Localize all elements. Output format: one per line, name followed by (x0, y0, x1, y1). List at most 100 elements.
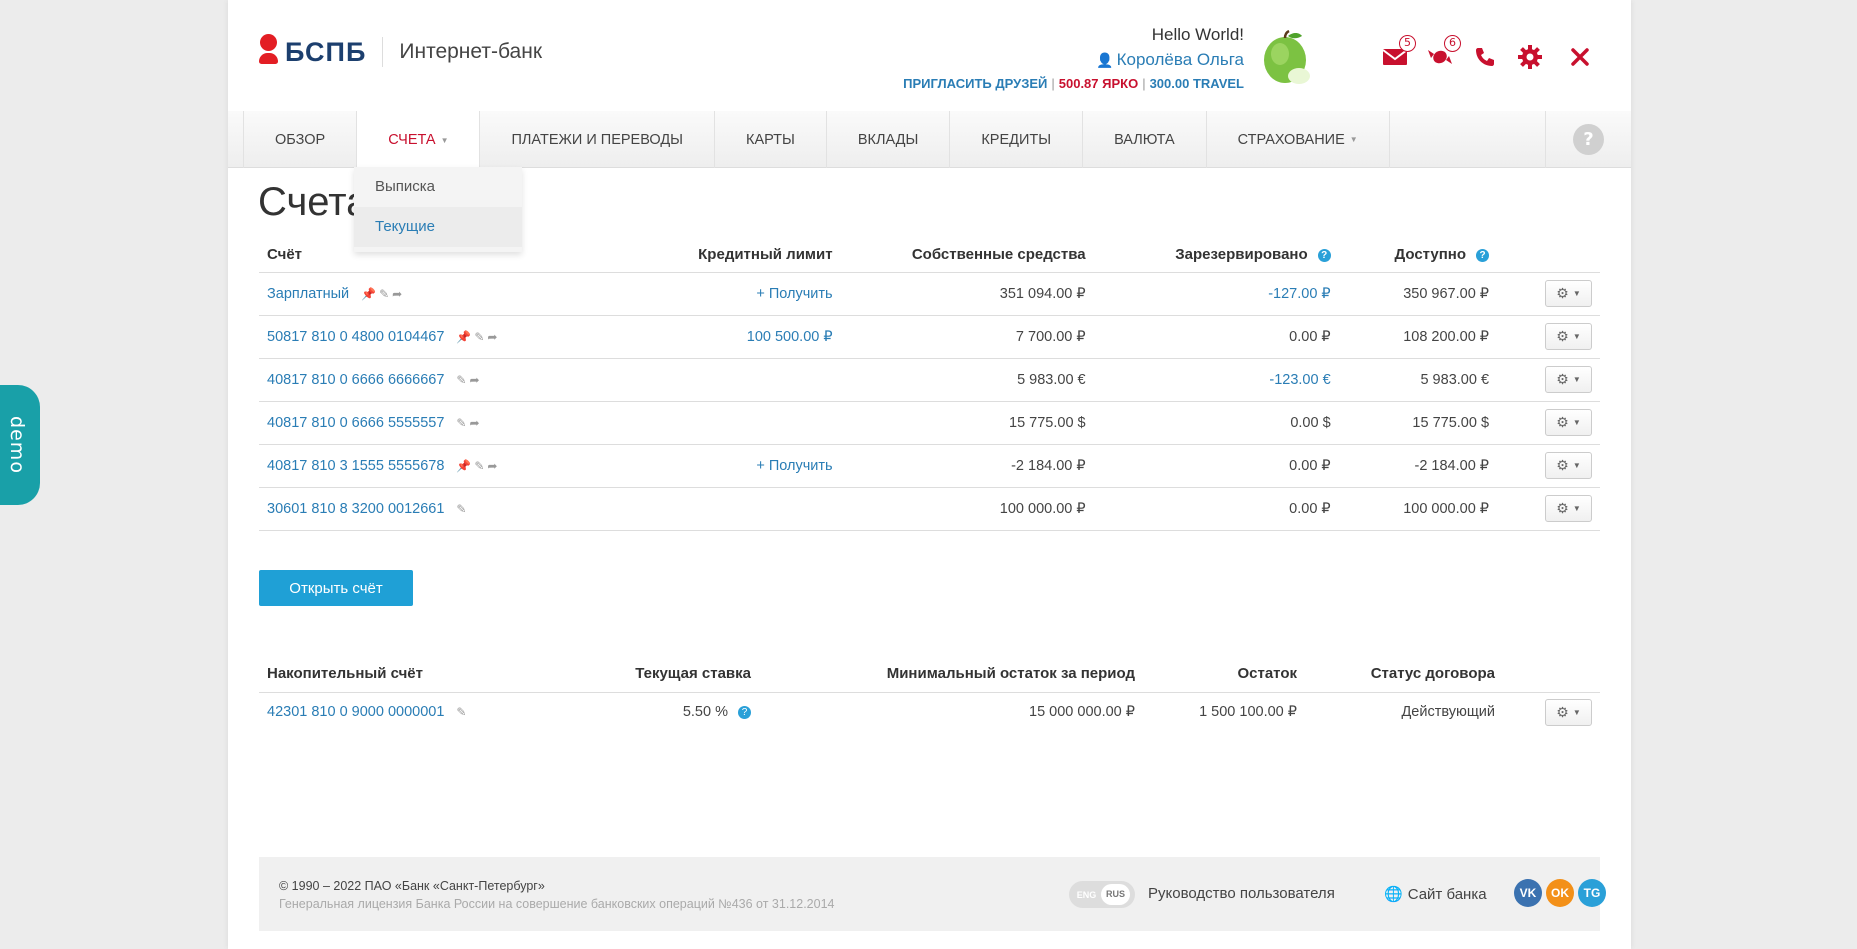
phone-icon (1476, 48, 1494, 66)
col-available: Доступно? (1338, 238, 1498, 273)
row-actions-button[interactable]: ⚙ ▼ (1545, 280, 1592, 307)
account-link[interactable]: 40817 810 0 6666 5555557 (267, 415, 444, 431)
available-cell: -2 184.00 ₽ (1338, 444, 1498, 488)
demo-tab[interactable]: demo (0, 385, 40, 505)
account-link[interactable]: 40817 810 0 6666 6666667 (267, 372, 444, 388)
dropdown-item-statement[interactable]: Выписка (354, 167, 522, 207)
username-link[interactable]: 👤 Королёва Ольга (903, 50, 1244, 70)
share-icon[interactable]: ➦ (487, 459, 500, 473)
account-link[interactable]: 40817 810 3 1555 5555678 (267, 458, 444, 474)
footer: © 1990 – 2022 ПАО «Банк «Санкт-Петербург… (259, 857, 1606, 931)
user-icon: 👤 (1096, 52, 1114, 68)
user-guide-link[interactable]: Руководство пользователя (1148, 885, 1335, 902)
edit-icon[interactable]: ✎ (474, 459, 487, 473)
share-icon[interactable]: ➦ (469, 373, 482, 387)
logo-text: БСПБ (285, 36, 367, 67)
row-actions-button[interactable]: ⚙ ▼ (1545, 366, 1592, 393)
lang-rus[interactable]: RUS (1101, 884, 1130, 905)
settings-button[interactable] (1515, 42, 1545, 72)
account-link[interactable]: 50817 810 0 4800 0104467 (267, 329, 444, 345)
share-icon[interactable]: ➦ (392, 287, 405, 301)
pin-icon[interactable]: 📌 (456, 330, 474, 344)
question-icon[interactable]: ? (1476, 249, 1490, 263)
apple-avatar-icon[interactable] (1261, 30, 1311, 86)
messages-button[interactable]: 5 (1380, 35, 1416, 72)
row-actions-button[interactable]: ⚙ ▼ (1545, 409, 1592, 436)
globe-icon: 🌐 (1384, 886, 1403, 903)
reserved-cell[interactable]: -123.00 € (1093, 358, 1339, 402)
lang-eng[interactable]: ENG (1072, 890, 1101, 900)
share-icon[interactable]: ➦ (469, 416, 482, 430)
edit-icon[interactable]: ✎ (456, 502, 469, 516)
gear-icon: ⚙ (1556, 703, 1569, 720)
gear-icon: ⚙ (1556, 457, 1569, 473)
nav-credits[interactable]: Кредиты (950, 111, 1084, 168)
reserved-cell: 0.00 ₽ (1093, 444, 1339, 488)
reserved-cell: 0.00 ₽ (1093, 487, 1339, 531)
account-link[interactable]: 30601 810 8 3200 0012661 (267, 501, 444, 517)
own-funds-cell: 7 700.00 ₽ (840, 315, 1094, 359)
col-savings-account: Накопительный счёт (259, 656, 499, 693)
nav-payments[interactable]: Платежи и переводы (480, 111, 716, 168)
edit-icon[interactable]: ✎ (456, 373, 469, 387)
row-actions-button[interactable]: ⚙ ▼ (1545, 452, 1592, 479)
gifts-button[interactable]: 6 (1425, 35, 1461, 72)
invite-friends-link[interactable]: ПРИГЛАСИТЬ ДРУЗЕЙ (903, 76, 1047, 91)
edit-icon[interactable]: ✎ (456, 416, 469, 430)
credit-limit-cell[interactable]: + Получить (508, 444, 841, 488)
accounts-dropdown: Выписка Текущие (354, 167, 522, 252)
edit-icon[interactable]: ✎ (379, 287, 392, 301)
row-actions-button[interactable]: ⚙ ▼ (1545, 698, 1592, 726)
nav-deposits[interactable]: Вклады (827, 111, 951, 168)
nav-insurance[interactable]: Страхование ▼ (1207, 111, 1390, 168)
pin-icon[interactable]: 📌 (456, 459, 474, 473)
credit-limit-cell[interactable]: + Получить (508, 272, 841, 316)
bank-logo[interactable]: БСПБ Интернет-банк (259, 34, 542, 70)
reserved-cell[interactable]: -127.00 ₽ (1093, 272, 1339, 316)
edit-icon[interactable]: ✎ (456, 705, 469, 719)
credit-limit-cell (508, 487, 841, 531)
account-link[interactable]: Зарплатный (267, 286, 349, 302)
available-cell: 100 000.00 ₽ (1338, 487, 1498, 531)
greeting: Hello World! (1151, 25, 1244, 44)
bank-site-link[interactable]: 🌐 Сайт банка (1384, 885, 1487, 903)
dropdown-item-current[interactable]: Текущие (354, 207, 522, 247)
account-link[interactable]: 42301 810 0 9000 0000001 (267, 704, 444, 720)
language-toggle[interactable]: ENG RUS (1069, 881, 1135, 908)
telegram-icon[interactable]: TG (1578, 879, 1606, 907)
question-icon[interactable]: ? (738, 706, 751, 720)
row-actions-button[interactable]: ⚙ ▼ (1545, 495, 1592, 522)
nav-accounts[interactable]: Счета ▼ (357, 111, 481, 169)
gear-icon: ⚙ (1556, 414, 1569, 430)
col-own-funds: Собственные средства (840, 238, 1094, 273)
gear-icon: ⚙ (1556, 328, 1569, 344)
demo-tab-label: demo (6, 416, 29, 474)
app-name: Интернет-банк (399, 40, 543, 63)
chevron-down-icon: ▼ (440, 135, 449, 145)
question-icon[interactable]: ? (1317, 249, 1331, 263)
nav-currency[interactable]: Валюта (1083, 111, 1207, 168)
help-button[interactable]: ? (1545, 111, 1631, 168)
share-icon[interactable]: ➦ (487, 330, 500, 344)
username-text: Королёва Ольга (1116, 50, 1244, 69)
odnoklassniki-icon[interactable]: OK (1546, 879, 1574, 907)
row-actions-button[interactable]: ⚙ ▼ (1545, 323, 1592, 350)
user-block: Hello World! 👤 Королёва Ольга ПРИГЛАСИТЬ … (903, 25, 1244, 91)
call-button[interactable] (1470, 42, 1500, 72)
vk-icon[interactable]: VK (1514, 879, 1542, 907)
credit-limit-cell[interactable]: 100 500.00 ₽ (508, 315, 841, 359)
logout-button[interactable] (1565, 42, 1595, 72)
gifts-badge: 6 (1444, 35, 1461, 52)
nav-cards[interactable]: Карты (715, 111, 827, 168)
reserved-cell: 0.00 ₽ (1093, 315, 1339, 359)
travel-balance[interactable]: 300.00 TRAVEL (1150, 76, 1244, 91)
rate-cell: 5.50 %? (499, 692, 759, 732)
edit-icon[interactable]: ✎ (474, 330, 487, 344)
pin-icon[interactable]: 📌 (361, 287, 379, 301)
own-funds-cell: -2 184.00 ₽ (840, 444, 1094, 488)
nav-overview[interactable]: Обзор (244, 111, 358, 168)
social-links: VK OK TG (1514, 879, 1606, 907)
open-account-button[interactable]: Открыть счёт (259, 570, 413, 606)
yarko-balance[interactable]: 500.87 ЯРКО (1059, 76, 1138, 91)
credit-limit-cell (508, 401, 841, 445)
